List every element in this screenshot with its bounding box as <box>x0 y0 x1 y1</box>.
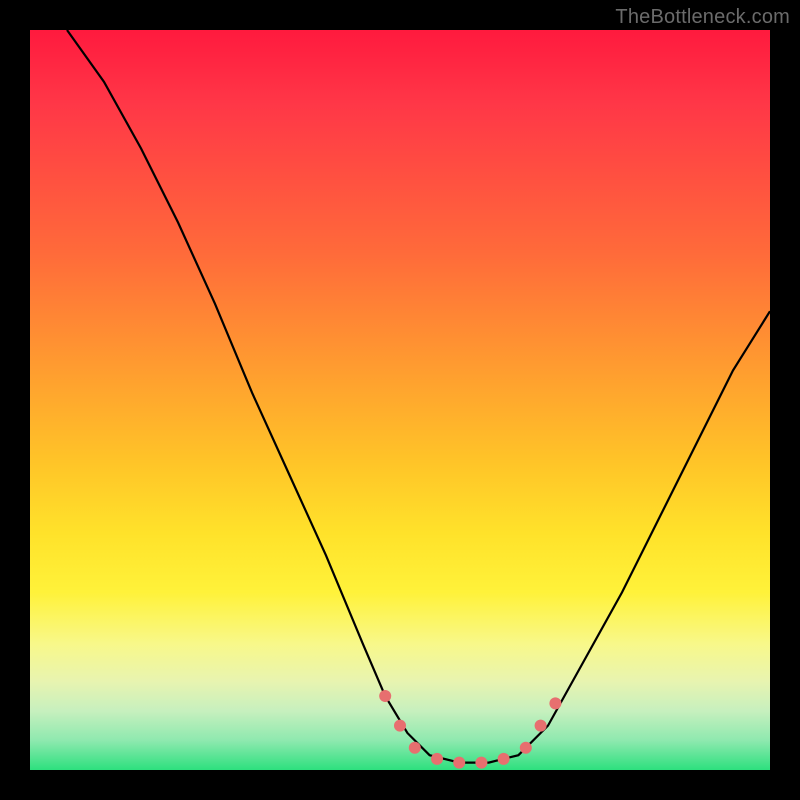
curve-marker <box>379 690 391 702</box>
curve-marker <box>431 753 443 765</box>
curve-marker <box>549 697 561 709</box>
curve-marker <box>475 757 487 769</box>
curve-marker <box>409 742 421 754</box>
curve-marker <box>394 720 406 732</box>
bottleneck-curve <box>30 30 770 770</box>
curve-path <box>67 30 770 763</box>
curve-markers <box>379 690 561 769</box>
chart-frame: TheBottleneck.com <box>0 0 800 800</box>
curve-marker <box>535 720 547 732</box>
curve-marker <box>520 742 532 754</box>
curve-marker <box>498 753 510 765</box>
plot-area <box>30 30 770 770</box>
curve-marker <box>453 757 465 769</box>
watermark-text: TheBottleneck.com <box>615 6 790 29</box>
